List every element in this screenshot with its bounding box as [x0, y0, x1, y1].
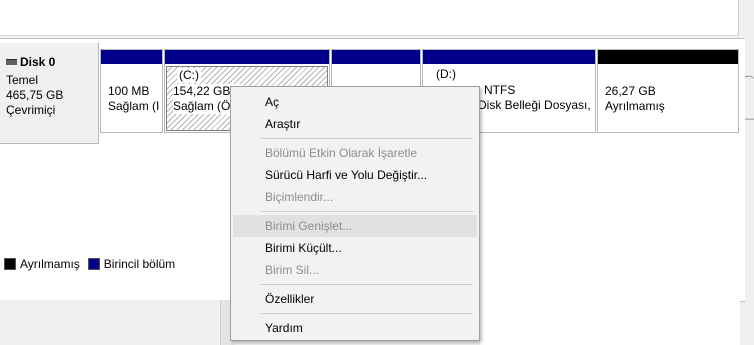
partition-unallocated[interactable]: 26,27 GB Ayrılmamış: [597, 49, 739, 133]
partition-status: Ayrılmamış: [605, 99, 665, 113]
disk-type: Temel: [6, 73, 39, 87]
menu-item-delete-volume[interactable]: Birim Sil...: [233, 259, 477, 281]
menu-item-help[interactable]: Yardım: [233, 317, 477, 339]
legend-primary-label: Birincil bölüm: [103, 257, 176, 271]
partition-bar: [101, 50, 162, 64]
disk-title: Disk 0: [6, 55, 55, 69]
menu-item-extend-volume[interactable]: Birimi Genişlet...: [233, 215, 477, 237]
legend: Ayrılmamış Birincil bölüm: [0, 254, 175, 274]
partition-status: Disk Belleği Dosyası, T: [478, 98, 594, 112]
menu-separator: [261, 313, 473, 314]
menu-item-format[interactable]: Biçimlendir...: [233, 186, 477, 208]
partition-label: (D:): [436, 67, 456, 81]
partition-status: Sağlam (I: [108, 99, 160, 113]
menu-item-mark-active[interactable]: Bölümü Etkin Olarak İşaretle: [233, 142, 477, 164]
background-window: [480, 300, 740, 345]
volume-list-pane: [0, 0, 739, 36]
menu-separator: [261, 211, 473, 212]
disk-status: Çevrimiçi: [6, 103, 56, 117]
partition-size: 100 MB: [108, 84, 150, 98]
menu-item-properties[interactable]: Özellikler: [233, 288, 477, 310]
disk-0-label[interactable]: Disk 0 Temel 465,75 GB Çevrimiçi: [0, 43, 99, 144]
partition-filesystem: NTFS: [484, 83, 516, 97]
partition-status: Sağlam (Ör: [173, 99, 237, 114]
context-menu: Aç Araştır Bölümü Etkin Olarak İşaretle …: [230, 86, 480, 341]
disk-size: 465,75 GB: [6, 88, 64, 102]
menu-item-change-drive-letter[interactable]: Sürücü Harfi ve Yolu Değiştir...: [233, 164, 477, 186]
partition-bar: [165, 50, 329, 64]
disk-icon: [6, 59, 17, 65]
disk-name: Disk 0: [20, 55, 56, 69]
partition-bar: [598, 50, 738, 64]
partition-bar: [423, 50, 595, 64]
menu-item-shrink-volume[interactable]: Birimi Küçült...: [233, 237, 477, 259]
partition-bar: [332, 50, 420, 64]
legend-unallocated-label: Ayrılmamış: [20, 257, 80, 271]
partition-system-reserved[interactable]: 100 MB Sağlam (I: [100, 49, 163, 133]
partition-size: 26,27 GB: [605, 84, 656, 98]
menu-separator: [261, 138, 473, 139]
legend-unallocated-swatch: [4, 258, 16, 270]
partition-label: (C:): [177, 68, 201, 83]
menu-item-explore[interactable]: Araştır: [233, 113, 477, 135]
legend-primary-swatch: [87, 258, 100, 270]
menu-separator: [261, 284, 473, 285]
menu-item-open[interactable]: Aç: [233, 91, 477, 113]
